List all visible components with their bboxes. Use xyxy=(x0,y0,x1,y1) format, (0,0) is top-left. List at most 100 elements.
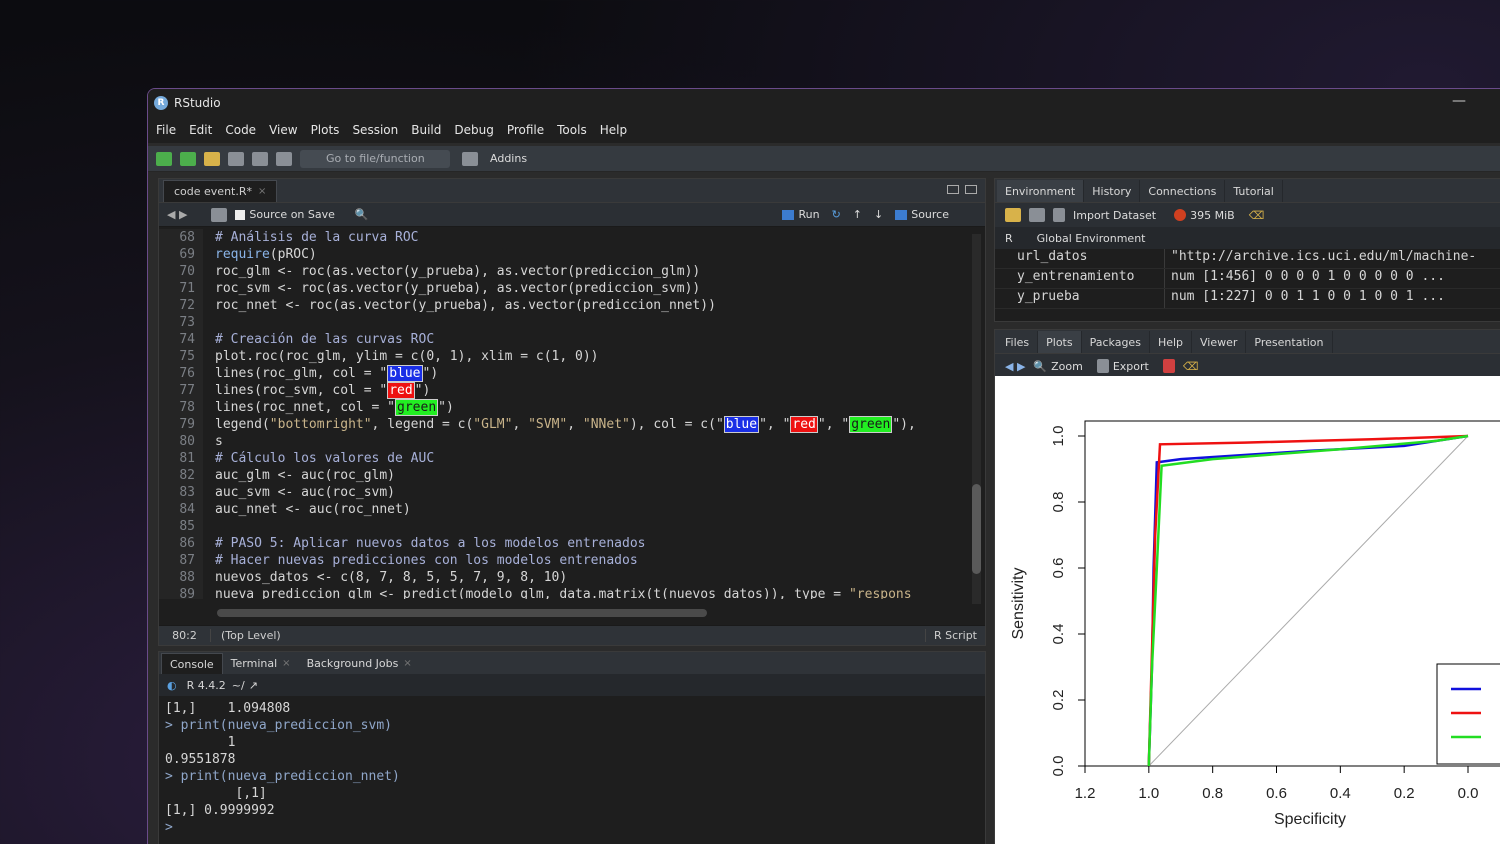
new-project-icon[interactable] xyxy=(180,151,196,166)
code-line[interactable]: 89 nueva_prediccion_glm <- predict(modelo… xyxy=(159,586,969,599)
environment-row[interactable]: url_datos "http://archive.ics.uci.edu/ml/… xyxy=(995,249,1500,269)
code-line[interactable]: 68 # Análisis de la curva ROC xyxy=(159,229,969,246)
import-dataset-button[interactable]: Import Dataset xyxy=(1073,209,1156,222)
code-line[interactable]: 70 roc_glm <- roc(as.vector(y_prueba), as… xyxy=(159,263,969,280)
code-line[interactable]: 80 s xyxy=(159,433,969,450)
back-forward-icon[interactable]: ◀ ▶ xyxy=(167,208,187,221)
menu-view[interactable]: View xyxy=(269,123,297,137)
addins-menu[interactable]: Addins xyxy=(490,152,527,165)
code-line[interactable]: 85 xyxy=(159,518,969,535)
code-line[interactable]: 69 require(pROC) xyxy=(159,246,969,263)
maximize-pane-icon[interactable] xyxy=(965,185,977,194)
tab-console[interactable]: Console xyxy=(161,653,223,674)
load-workspace-icon[interactable] xyxy=(1005,208,1021,222)
line-text[interactable]: roc_glm <- roc(as.vector(y_prueba), as.v… xyxy=(203,263,700,280)
menu-build[interactable]: Build xyxy=(411,123,441,137)
source-button[interactable]: Source xyxy=(895,208,949,221)
code-line[interactable]: 84 auc_nnet <- auc(roc_nnet) xyxy=(159,501,969,518)
run-button[interactable]: Run xyxy=(782,208,820,221)
line-text[interactable] xyxy=(203,314,215,331)
open-file-icon[interactable] xyxy=(204,151,220,166)
code-line[interactable]: 74 # Creación de las curvas ROC xyxy=(159,331,969,348)
code-area[interactable]: 68 # Análisis de la curva ROC 69 require(pR… xyxy=(159,229,969,599)
line-text[interactable]: # PASO 5: Aplicar nuevos datos a los mod… xyxy=(203,535,645,552)
code-line[interactable]: 81 # Cálculo los valores de AUC xyxy=(159,450,969,467)
line-text[interactable]: nuevos_datos <- c(8, 7, 8, 5, 5, 7, 9, 8… xyxy=(203,569,567,586)
vertical-scrollbar[interactable] xyxy=(972,234,981,604)
broom-icon[interactable]: ⌫ xyxy=(1249,209,1265,222)
rerun-icon[interactable]: ↻ xyxy=(832,208,841,221)
line-text[interactable]: plot.roc(roc_glm, ylim = c(0, 1), xlim =… xyxy=(203,348,599,365)
tab-help[interactable]: Help xyxy=(1150,331,1193,353)
new-file-icon[interactable] xyxy=(156,151,172,166)
tab-connections[interactable]: Connections xyxy=(1140,180,1226,202)
line-text[interactable]: s xyxy=(203,433,223,450)
environment-row[interactable]: y_prueba num [1:227] 0 0 1 1 0 0 1 0 0 1 … xyxy=(995,289,1500,309)
tab-environment[interactable]: Environment xyxy=(997,180,1085,202)
back-forward-icon[interactable]: ◀ ▶ xyxy=(1005,360,1025,373)
line-text[interactable]: lines(roc_glm, col = " blue ") xyxy=(203,365,438,382)
code-line[interactable]: 82 auc_glm <- auc(roc_glm) xyxy=(159,467,969,484)
code-line[interactable]: 87 # Hacer nuevas predicciones con los mo… xyxy=(159,552,969,569)
line-text[interactable] xyxy=(203,518,215,535)
save-workspace-icon[interactable] xyxy=(1029,208,1045,222)
menu-file[interactable]: File xyxy=(156,123,176,137)
up-arrow-icon[interactable]: ↑ xyxy=(853,208,862,221)
menu-profile[interactable]: Profile xyxy=(507,123,544,137)
tab-plots[interactable]: Plots xyxy=(1038,331,1082,353)
remove-plot-icon[interactable] xyxy=(1162,359,1175,373)
tab-tutorial[interactable]: Tutorial xyxy=(1225,180,1283,202)
tab-files[interactable]: Files xyxy=(997,331,1039,353)
source-on-save-checkbox[interactable]: Source on Save xyxy=(235,208,335,221)
close-icon[interactable]: × xyxy=(282,658,290,669)
code-line[interactable]: 83 auc_svm <- auc(roc_svm) xyxy=(159,484,969,501)
code-line[interactable]: 77 lines(roc_svm, col = " red ") xyxy=(159,382,969,399)
line-text[interactable]: lines(roc_svm, col = " red ") xyxy=(203,382,430,399)
save-icon[interactable] xyxy=(211,207,228,222)
menu-help[interactable]: Help xyxy=(600,123,627,137)
code-line[interactable]: 73 xyxy=(159,314,969,331)
tab-background-jobs[interactable]: Background Jobs × xyxy=(299,653,420,674)
line-text[interactable]: nueva_prediccion_glm <- predict(modelo_g… xyxy=(203,586,912,599)
close-icon[interactable]: × xyxy=(258,186,266,197)
line-text[interactable]: auc_glm <- auc(roc_glm) xyxy=(203,467,395,484)
environment-row[interactable]: y_entrenamiento num [1:456] 0 0 0 0 1 0 0… xyxy=(995,269,1500,289)
code-line[interactable]: 79 legend("bottomright", legend = c("GLM"… xyxy=(159,416,969,433)
line-text[interactable]: lines(roc_nnet, col = " green ") xyxy=(203,399,454,416)
close-icon[interactable]: × xyxy=(403,658,411,669)
tab-packages[interactable]: Packages xyxy=(1082,331,1150,353)
code-line[interactable]: 86 # PASO 5: Aplicar nuevos datos a los m… xyxy=(159,535,969,552)
code-line[interactable]: 71 roc_svm <- roc(as.vector(y_prueba), as… xyxy=(159,280,969,297)
menu-tools[interactable]: Tools xyxy=(557,123,587,137)
minimize-button[interactable]: — xyxy=(1452,93,1466,109)
menu-debug[interactable]: Debug xyxy=(454,123,493,137)
menu-edit[interactable]: Edit xyxy=(189,123,212,137)
minimize-pane-icon[interactable] xyxy=(947,185,959,194)
memory-usage[interactable]: 395 MiB xyxy=(1190,209,1235,222)
goto-wd-icon[interactable]: ↗ xyxy=(249,679,258,692)
tab-history[interactable]: History xyxy=(1084,180,1141,202)
line-text[interactable]: require(pROC) xyxy=(203,246,317,263)
console-output[interactable]: [1,] 1.094808 > print(nueva_prediccion_sv… xyxy=(159,696,985,836)
language-selector[interactable]: R xyxy=(1005,232,1013,245)
line-text[interactable]: # Cálculo los valores de AUC xyxy=(203,450,434,467)
code-line[interactable]: 78 lines(roc_nnet, col = " green ") xyxy=(159,399,969,416)
search-icon[interactable]: 🔍 xyxy=(355,208,369,221)
code-line[interactable]: 76 lines(roc_glm, col = " blue ") xyxy=(159,365,969,382)
horizontal-scrollbar[interactable] xyxy=(217,609,707,617)
tab-code-event[interactable]: code event.R* × xyxy=(163,180,278,202)
print-icon[interactable] xyxy=(276,151,292,166)
go-to-file-input[interactable]: Go to file/function xyxy=(300,149,450,168)
scope-selector[interactable]: (Top Level) xyxy=(221,629,281,642)
line-text[interactable]: # Creación de las curvas ROC xyxy=(203,331,434,348)
filetype-selector[interactable]: R Script xyxy=(924,629,977,642)
tab-terminal[interactable]: Terminal × xyxy=(223,653,299,674)
grid-icon[interactable] xyxy=(462,151,478,166)
code-line[interactable]: 88 nuevos_datos <- c(8, 7, 8, 5, 5, 7, 9,… xyxy=(159,569,969,586)
line-text[interactable]: legend("bottomright", legend = c("GLM", … xyxy=(203,416,916,433)
line-text[interactable]: # Análisis de la curva ROC xyxy=(203,229,419,246)
menu-code[interactable]: Code xyxy=(225,123,256,137)
tab-viewer[interactable]: Viewer xyxy=(1192,331,1247,353)
export-button[interactable]: Export xyxy=(1113,360,1149,373)
line-text[interactable]: # Hacer nuevas predicciones con los mode… xyxy=(203,552,638,569)
